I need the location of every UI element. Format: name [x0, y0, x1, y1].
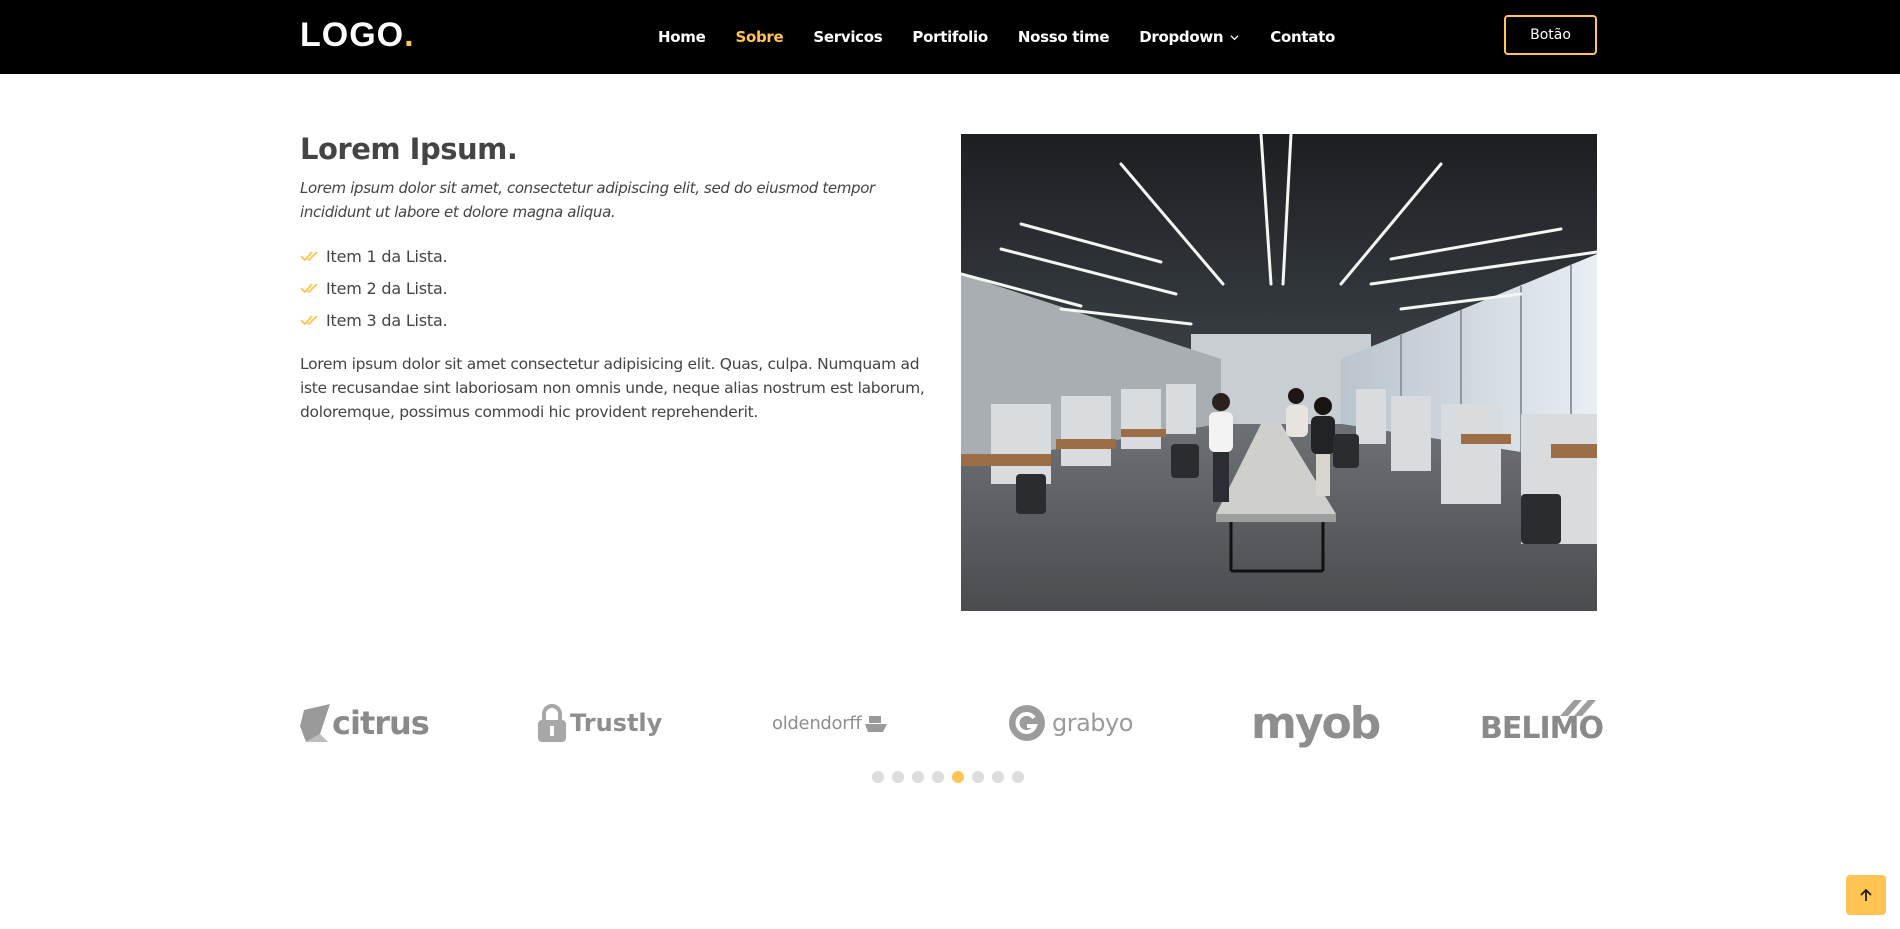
about-list: Item 1 da Lista. Item 2 da Lista. Item 3… — [300, 240, 448, 336]
belimo-stripes-icon — [1560, 700, 1596, 716]
carousel-dot-8[interactable] — [1012, 771, 1024, 783]
office-photo — [961, 134, 1597, 611]
nav-dropdown[interactable]: Dropdown — [1139, 28, 1240, 46]
carousel-dot-2[interactable] — [892, 771, 904, 783]
site-header: LOGO. Home Sobre Servicos Portifolio Nos… — [0, 0, 1900, 74]
carousel-dot-1[interactable] — [872, 771, 884, 783]
client-logo-citrus[interactable]: citrus — [300, 696, 430, 750]
list-item: Item 3 da Lista. — [300, 304, 448, 336]
list-item-label: Item 2 da Lista. — [326, 278, 448, 298]
site-logo[interactable]: LOGO. — [300, 16, 415, 55]
about-lead: Lorem ipsum dolor sit amet, consectetur … — [300, 179, 875, 221]
lock-icon — [538, 704, 566, 742]
back-to-top-button[interactable] — [1846, 875, 1886, 915]
carousel-dot-3[interactable] — [912, 771, 924, 783]
double-check-icon — [300, 251, 318, 262]
list-item-label: Item 1 da Lista. — [326, 246, 448, 266]
about-title: Lorem Ipsum. — [300, 132, 518, 166]
carousel-dot-6[interactable] — [972, 771, 984, 783]
list-item-label: Item 3 da Lista. — [326, 310, 448, 330]
nav-sobre[interactable]: Sobre — [735, 28, 783, 46]
list-item: Item 1 da Lista. — [300, 240, 448, 272]
nav-home[interactable]: Home — [658, 28, 706, 46]
client-logo-trustly[interactable]: Trustly — [536, 696, 662, 750]
double-check-icon — [300, 283, 318, 294]
list-item: Item 2 da Lista. — [300, 272, 448, 304]
carousel-pagination — [872, 771, 1032, 783]
client-logo-belimo[interactable]: BELIMO — [1480, 696, 1604, 750]
citrus-leaf-icon — [300, 704, 330, 742]
carousel-dot-7[interactable] — [992, 771, 1004, 783]
nav-contato[interactable]: Contato — [1270, 28, 1335, 46]
grabyo-g-icon — [1009, 705, 1045, 741]
clients-carousel: citrus Trustly oldendorff grabyo myob BE… — [300, 696, 1604, 750]
ship-icon — [865, 716, 888, 732]
nav-dropdown-label: Dropdown — [1139, 28, 1224, 46]
arrow-up-icon — [1860, 888, 1872, 901]
header-cta-button[interactable]: Botão — [1504, 15, 1597, 55]
carousel-dot-5[interactable] — [952, 771, 964, 783]
double-check-icon — [300, 315, 318, 326]
carousel-dot-4[interactable] — [932, 771, 944, 783]
client-logo-myob[interactable]: myob — [1251, 696, 1381, 750]
main-nav: Home Sobre Servicos Portifolio Nosso tim… — [658, 0, 1365, 74]
nav-servicos[interactable]: Servicos — [813, 28, 882, 46]
chevron-down-icon — [1230, 34, 1239, 40]
nav-portifolio[interactable]: Portifolio — [912, 28, 988, 46]
client-logo-grabyo[interactable]: grabyo — [1008, 696, 1133, 750]
nav-nosso-time[interactable]: Nosso time — [1018, 28, 1110, 46]
about-text: Lorem ipsum dolor sit amet consectetur a… — [300, 355, 925, 421]
client-logo-oldendorff[interactable]: oldendorff — [772, 696, 888, 750]
